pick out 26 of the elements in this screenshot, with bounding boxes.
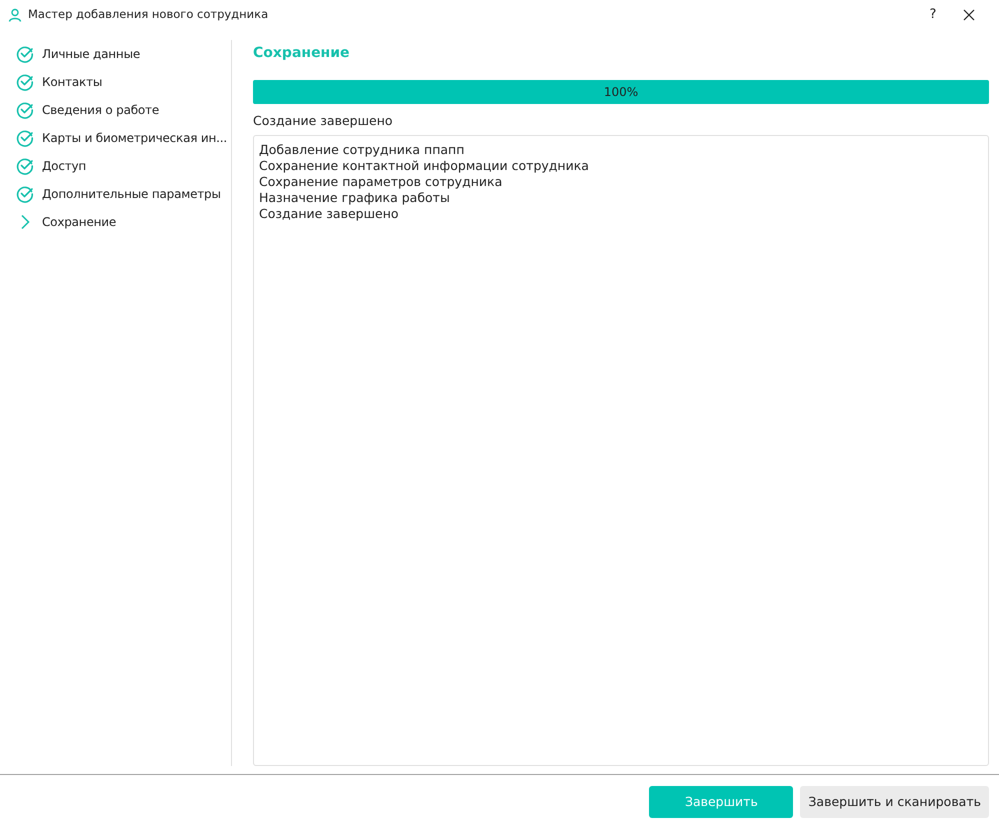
log-line: Создание завершено — [259, 206, 400, 222]
step-item[interactable]: Сведения о работе — [42, 101, 160, 119]
check-circle-icon — [16, 157, 34, 175]
log-line: Назначение графика работы — [259, 190, 451, 206]
step-item[interactable]: Доступ — [42, 157, 86, 175]
user-icon — [8, 8, 22, 22]
help-button[interactable]: ? — [921, 5, 945, 25]
finish-and-scan-button[interactable]: Завершить и сканировать — [800, 786, 989, 818]
check-circle-icon — [16, 129, 34, 147]
log-line: Сохранение параметров сотрудника — [259, 174, 504, 190]
window-title: Мастер добавления нового сотрудника — [28, 6, 268, 24]
check-circle-icon — [16, 101, 34, 119]
check-circle-icon — [16, 73, 34, 91]
step-item[interactable]: Сохранение — [42, 213, 116, 231]
section-title: Сохранение — [253, 44, 351, 63]
log-line: Добавление сотрудника ппапп — [259, 142, 466, 158]
step-item[interactable]: Карты и биометрическая ин... — [42, 129, 227, 147]
step-item[interactable]: Дополнительные параметры — [42, 185, 221, 203]
step-item[interactable]: Личные данные — [42, 45, 140, 63]
close-icon[interactable] — [963, 9, 975, 21]
check-circle-icon — [16, 45, 34, 63]
status-label: Создание завершено — [253, 112, 394, 130]
step-item[interactable]: Контакты — [42, 73, 102, 91]
log-line: Сохранение контактной информации сотрудника — [259, 158, 590, 174]
check-circle-icon — [16, 185, 34, 203]
progress-reading: 100% — [602, 84, 640, 101]
